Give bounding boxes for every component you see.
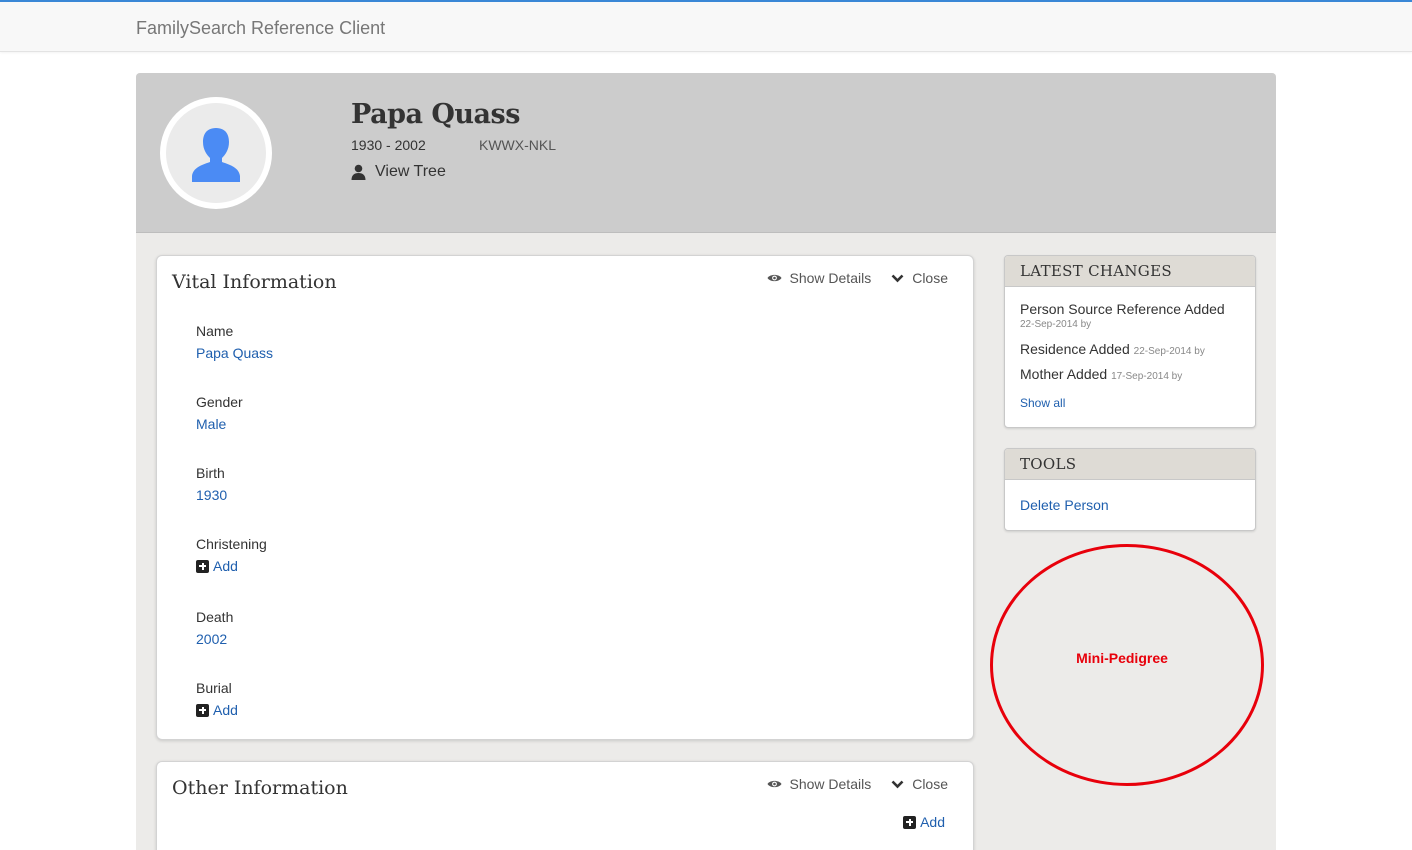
vital-information-title: Vital Information [172,271,337,293]
chevron-down-icon [891,780,904,788]
person-silhouette-icon [192,128,240,182]
plus-square-icon [903,815,917,829]
close-button[interactable]: Close [891,270,948,286]
plus-square-icon [196,703,209,717]
latest-changes-panel: LATEST CHANGES Person Source Reference A… [1004,255,1256,428]
view-tree-link[interactable]: View Tree [351,163,446,181]
other-information-title: Other Information [172,777,348,799]
field-christening: Christening Add [196,536,267,574]
eye-icon [767,780,781,788]
person-lifespan: 1930 - 2002 [351,137,426,153]
avatar [160,97,272,209]
user-icon [351,164,366,180]
name-value-link[interactable]: Papa Quass [196,345,273,361]
person-page: Papa Quass 1930 - 2002 KWWX-NKL View Tre… [136,73,1276,850]
gender-value-link[interactable]: Male [196,416,243,432]
field-name: Name Papa Quass [196,323,274,361]
show-all-link[interactable]: Show all [1020,396,1065,410]
tools-title: TOOLS [1005,449,1255,480]
tools-panel: TOOLS Delete Person [1004,448,1256,531]
death-value-link[interactable]: 2002 [196,631,233,647]
person-header: Papa Quass 1930 - 2002 KWWX-NKL View Tre… [136,73,1276,233]
show-details-button[interactable]: Show Details [767,270,871,286]
field-death: Death 2002 [196,609,234,647]
field-burial: Burial Add [196,680,238,718]
list-item: Person Source Reference Added 22-Sep-201… [1020,301,1225,330]
delete-person-link[interactable]: Delete Person [1020,497,1109,513]
plus-square-icon [196,559,209,573]
burial-add-button[interactable]: Add [196,702,238,718]
show-details-button[interactable]: Show Details [767,776,871,792]
field-gender: Gender Male [196,394,243,432]
close-button[interactable]: Close [891,776,948,792]
vital-information-panel: Vital Information Show Details Close Nam… [156,255,974,740]
eye-icon [767,274,781,282]
mini-pedigree-label: Mini-Pedigree [1076,650,1168,666]
top-navbar: FamilySearch Reference Client [0,0,1412,52]
chevron-down-icon [891,274,904,282]
app-brand[interactable]: FamilySearch Reference Client [136,18,385,39]
person-name: Papa Quass [351,99,520,130]
other-add-button[interactable]: Add [903,814,945,830]
mini-pedigree-placeholder: Mini-Pedigree [990,544,1264,786]
other-information-panel: Other Information Show Details Close Add [156,761,974,850]
person-id: KWWX-NKL [479,137,556,153]
list-item: Mother Added 17-Sep-2014 by [1020,366,1183,382]
christening-add-button[interactable]: Add [196,558,267,574]
view-tree-label: View Tree [375,163,446,180]
field-birth: Birth 1930 [196,465,228,503]
list-item: Residence Added 22-Sep-2014 by [1020,341,1205,357]
latest-changes-title: LATEST CHANGES [1005,256,1255,287]
birth-value-link[interactable]: 1930 [196,487,227,503]
